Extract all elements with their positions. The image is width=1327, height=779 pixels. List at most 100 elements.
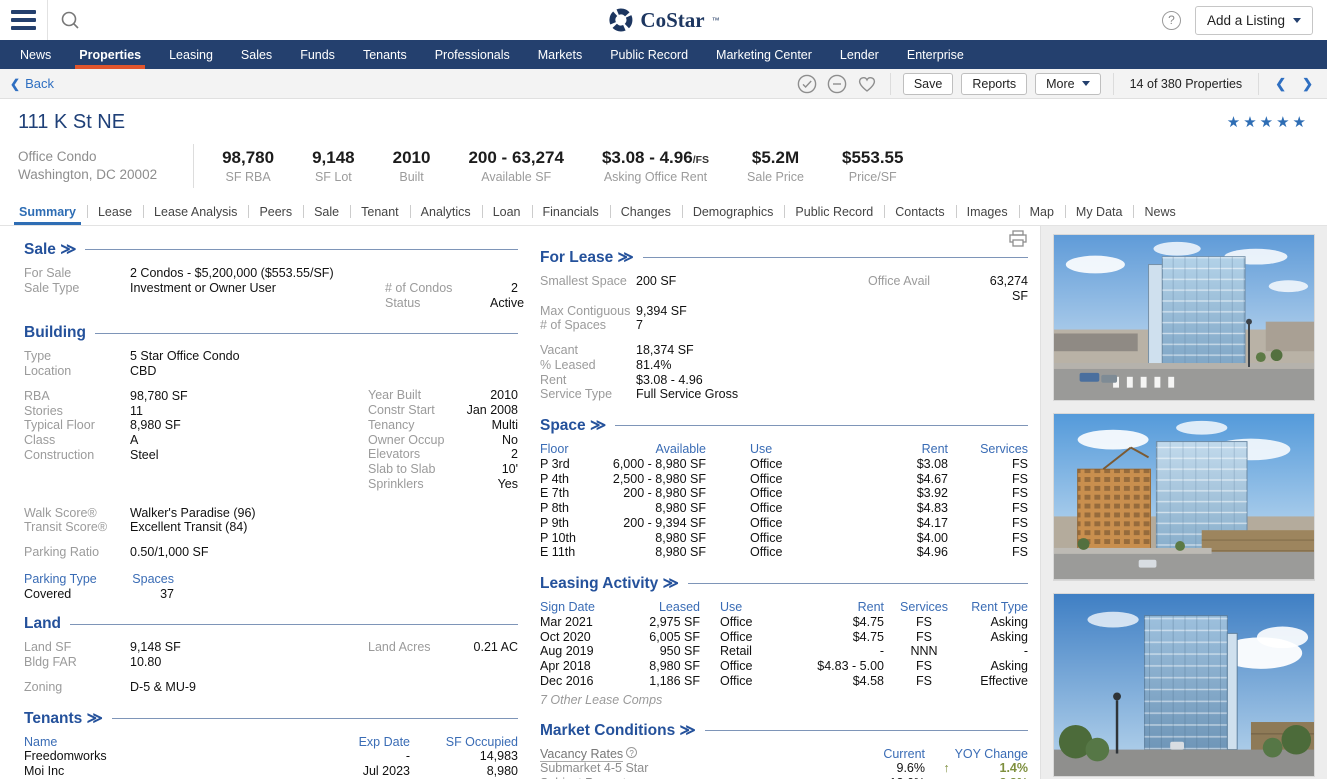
hamburger-menu-icon[interactable] [0,10,47,30]
add-a-listing-button[interactable]: Add a Listing [1195,6,1313,35]
space-row[interactable]: P 9th200 - 9,394 SFOffice$4.17FS [540,516,1028,531]
nav-item-professionals[interactable]: Professionals [421,40,524,69]
sale-section: For Sale 2 Condos - $5,200,000 ($553.55/… [24,266,518,310]
tenant-row[interactable]: Freedomworks - 14,983 [24,749,518,764]
arrow-up-icon: ↑ [925,761,968,776]
favorite-heart-icon[interactable] [856,73,878,95]
nav-item-properties[interactable]: Properties [65,40,155,69]
field-label: # of Condos [385,281,490,296]
nav-item-enterprise[interactable]: Enterprise [893,40,978,69]
vacancy-rates-label[interactable]: Vacancy Rates? [540,747,800,762]
leasing-activity-row[interactable]: Aug 2019950 SFRetail-NNN- [540,644,1028,659]
building-section-heading: Building [24,324,518,342]
leasing-activity-row[interactable]: Apr 20188,980 SFOffice$4.83 - 5.00FSAski… [540,659,1028,674]
tab-changes[interactable]: Changes [610,198,682,225]
property-photo-2[interactable] [1053,413,1315,580]
sale-section-link[interactable]: Sale ≫ [24,240,76,259]
nav-item-sales[interactable]: Sales [227,40,286,69]
tenants-section-link[interactable]: Tenants ≫ [24,709,103,728]
nav-item-news[interactable]: News [6,40,65,69]
land-section-heading: Land [24,615,518,633]
space-row[interactable]: E 11th8,980 SFOffice$4.96FS [540,545,1028,560]
column-header: SF Occupied [410,735,518,750]
space-section-link[interactable]: Space ≫ [540,416,606,435]
tenants-table: Name Exp Date SF Occupied Freedomworks -… [24,735,518,779]
tab-tenant[interactable]: Tenant [350,198,410,225]
column-header: Parking Type [24,572,130,587]
tab-demographics[interactable]: Demographics [682,198,785,225]
space-row[interactable]: P 3rd6,000 - 8,980 SFOffice$3.08FS [540,457,1028,472]
leasing-activity-table: Sign Date Leased Use Rent Services Rent … [540,600,1028,707]
reports-button[interactable]: Reports [961,73,1027,95]
space-row[interactable]: P 8th8,980 SFOffice$4.83FS [540,501,1028,516]
tab-news[interactable]: News [1133,198,1186,225]
property-header: 111 K St NE ★★★★★ Office Condo Washingto… [0,99,1327,198]
more-button[interactable]: More [1035,73,1100,95]
leasing-activity-row[interactable]: Oct 20206,005 SFOffice$4.75FSAsking [540,630,1028,645]
nav-item-public-record[interactable]: Public Record [596,40,702,69]
stat-sale-price: $5.2M Sale Price [747,148,804,184]
nav-item-leasing[interactable]: Leasing [155,40,227,69]
tab-lease-analysis[interactable]: Lease Analysis [143,198,248,225]
print-icon[interactable] [1008,230,1028,253]
tab-my-data[interactable]: My Data [1065,198,1134,225]
main-nav: News Properties Leasing Sales Funds Tena… [0,40,1327,69]
detail-tabs: Summary Lease Lease Analysis Peers Sale … [0,198,1327,226]
nav-item-marketing-center[interactable]: Marketing Center [702,40,826,69]
tab-images[interactable]: Images [956,198,1019,225]
column-header: Rent Type [964,600,1028,615]
tab-financials[interactable]: Financials [532,198,610,225]
nav-item-tenants[interactable]: Tenants [349,40,421,69]
space-row[interactable]: P 10th8,980 SFOffice$4.00FS [540,531,1028,546]
nav-item-markets[interactable]: Markets [524,40,596,69]
chevron-left-icon: ❮ [10,77,20,91]
previous-property-button[interactable]: ❮ [1271,76,1290,92]
costar-logo-icon [607,7,633,33]
tab-sale[interactable]: Sale [303,198,350,225]
save-button[interactable]: Save [903,73,954,95]
market-conditions-section-link[interactable]: Market Conditions ≫ [540,721,696,740]
column-header: Services [884,600,964,615]
nav-item-funds[interactable]: Funds [286,40,349,69]
tab-analytics[interactable]: Analytics [410,198,482,225]
tab-lease[interactable]: Lease [87,198,143,225]
parking-ratio: Parking Ratio0.50/1,000 SF [24,545,518,560]
for-lease-section-heading: For Lease ≫ [540,248,1028,267]
stat-built: 2010 Built [393,148,431,184]
leasing-activity-row[interactable]: Dec 20161,186 SFOffice$4.58FSEffective [540,674,1028,689]
search-icon[interactable] [48,10,92,30]
tenant-row[interactable]: Moi Inc Jul 2023 8,980 [24,764,518,779]
help-icon[interactable]: ? [1162,11,1181,30]
property-photo-1[interactable] [1053,234,1315,401]
property-photo-3[interactable] [1053,593,1315,777]
back-button[interactable]: ❮ Back [10,76,54,91]
field-label: Sale Type [24,281,130,296]
tab-summary[interactable]: Summary [8,198,87,225]
costar-logo[interactable]: CoStar™ [607,7,719,33]
market-conditions-section-heading: Market Conditions ≫ [540,721,1028,740]
column-header: Sign Date [540,600,620,615]
help-icon[interactable]: ? [626,747,637,758]
leasing-activity-row[interactable]: Mar 20212,975 SFOffice$4.75FSAsking [540,615,1028,630]
field-value: Active [490,296,524,311]
market-conditions-table: Vacancy Rates? Current YOY Change Submar… [540,747,1028,779]
leasing-activity-section-link[interactable]: Leasing Activity ≫ [540,574,679,593]
field-label: Status [385,296,490,311]
confirm-circle-icon[interactable] [796,73,818,95]
exclude-circle-icon[interactable] [826,73,848,95]
nav-item-lender[interactable]: Lender [826,40,893,69]
column-header: YOY Change [925,747,1028,762]
tab-contacts[interactable]: Contacts [884,198,955,225]
for-lease-section-link[interactable]: For Lease ≫ [540,248,634,267]
space-row[interactable]: E 7th200 - 8,980 SFOffice$3.92FS [540,486,1028,501]
market-conditions-row: Submarket 4-5 Star 9.6% ↑ 1.4% [540,761,1028,776]
tab-public-record[interactable]: Public Record [784,198,884,225]
space-table: Floor Available Use Rent Services P 3rd6… [540,442,1028,560]
tab-map[interactable]: Map [1019,198,1065,225]
divider [1113,73,1114,95]
tab-loan[interactable]: Loan [482,198,532,225]
next-property-button[interactable]: ❯ [1298,76,1317,92]
divider [1258,73,1259,95]
tab-peers[interactable]: Peers [248,198,303,225]
space-row[interactable]: P 4th2,500 - 8,980 SFOffice$4.67FS [540,472,1028,487]
